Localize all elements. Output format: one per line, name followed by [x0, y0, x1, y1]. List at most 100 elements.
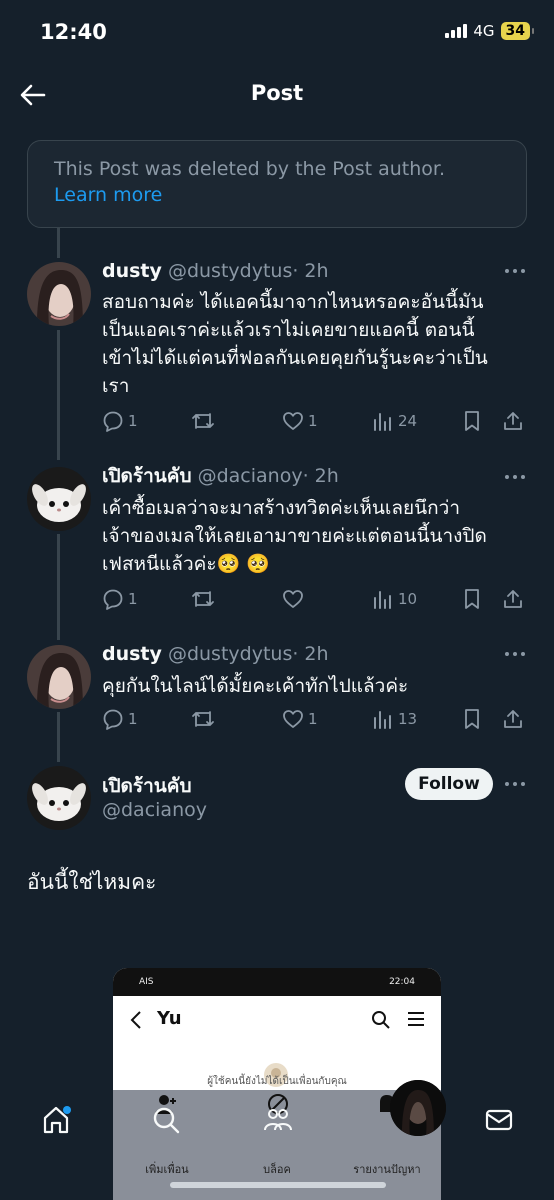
reply-header: dusty @dustydytus· 2h — [102, 258, 329, 284]
author-name[interactable]: เปิดร้านคับ — [102, 771, 192, 801]
reply-count: 1 — [128, 590, 138, 608]
heart-icon — [283, 710, 303, 728]
views-action[interactable]: 10 — [372, 588, 417, 610]
text-line: เรา — [102, 375, 130, 397]
share-icon — [504, 412, 522, 430]
embedded-status-bar: AIS 22:04 — [113, 968, 441, 996]
reply-icon — [103, 709, 123, 730]
author-handle[interactable]: @dustydytus — [168, 643, 292, 665]
reply-count: 1 — [128, 710, 138, 728]
reply-action[interactable]: 1 — [102, 588, 138, 610]
bookmark-action[interactable] — [462, 708, 482, 730]
post-time: · 2h — [302, 465, 339, 487]
views-icon — [374, 591, 391, 609]
views-icon — [374, 711, 391, 729]
text-line: เจ้าของเมลให้เลยเอามาขายค่ะแต่ตอนนี้นางป… — [102, 525, 487, 547]
thread-line — [57, 228, 60, 258]
repost-icon — [192, 413, 214, 429]
bookmark-icon — [465, 709, 479, 729]
embedded-menu-icon — [408, 1012, 424, 1026]
share-action[interactable] — [502, 410, 524, 432]
author-name[interactable]: dusty — [102, 260, 162, 282]
floating-profile-avatar[interactable] — [390, 1080, 446, 1136]
reply-action[interactable]: 1 — [102, 708, 138, 730]
avatar[interactable] — [27, 467, 91, 531]
reply-text: คุยกันในไลน์ได้มั้ยคะเค้าทักไปแล้วค่ะ — [102, 672, 408, 700]
avatar[interactable] — [27, 645, 91, 709]
heart-icon — [283, 590, 303, 608]
action-bar: 1 1 24 — [102, 410, 526, 434]
avatar[interactable] — [27, 766, 91, 830]
embedded-header: Yu — [113, 996, 441, 1046]
follow-button[interactable]: Follow — [405, 768, 493, 800]
views-action[interactable]: 13 — [372, 708, 417, 730]
learn-more-link[interactable]: Learn more — [54, 182, 162, 208]
author-handle[interactable]: @dacianoy — [198, 465, 303, 487]
more-options-icon[interactable] — [504, 651, 526, 657]
deleted-post-notice: This Post was deleted by the Post author… — [27, 140, 527, 228]
text-line: เค้าซื้อเมลว่าจะมาสร้างทวิตค่ะเห็นเลยนึก… — [102, 497, 461, 519]
post-time: · 2h — [292, 260, 329, 282]
like-count: 1 — [308, 710, 318, 728]
embedded-title: Yu — [157, 1008, 182, 1029]
more-options-icon[interactable] — [504, 781, 526, 787]
views-icon — [374, 413, 391, 431]
like-action[interactable] — [282, 588, 308, 610]
bookmark-action[interactable] — [462, 410, 482, 432]
reply-text: เค้าซื้อเมลว่าจะมาสร้างทวิตค่ะเห็นเลยนึก… — [102, 494, 487, 578]
more-options-icon[interactable] — [504, 474, 526, 480]
action-bar: 1 10 — [102, 588, 526, 612]
thread-line — [57, 330, 60, 460]
signal-icon — [445, 24, 468, 38]
bookmark-icon — [465, 589, 479, 609]
text-line: เข้าไม่ได้แต่คนที่ฟอลกันเคยคุยกันรู้นะคะ… — [102, 347, 488, 369]
text-line: เป็นแอคเราค่ะแล้วเราไม่เคยขายแอคนี้ ตอนน… — [102, 319, 475, 341]
embedded-carrier: AIS — [139, 977, 154, 987]
communities-icon[interactable] — [262, 1104, 294, 1136]
views-count: 10 — [398, 590, 418, 608]
share-icon — [504, 710, 522, 728]
author-name[interactable]: เปิดร้านคับ — [102, 465, 192, 487]
like-action[interactable]: 1 — [282, 410, 318, 432]
reply-count: 1 — [128, 412, 138, 430]
text-line: เฟสหนีแล้วค่ะ🥺 🥺 — [102, 553, 270, 575]
like-count: 1 — [308, 412, 318, 430]
repost-action[interactable] — [190, 708, 220, 730]
repost-action[interactable] — [190, 588, 220, 610]
home-icon[interactable] — [40, 1104, 72, 1136]
embedded-time: 22:04 — [389, 977, 415, 987]
author-handle[interactable]: @dacianoy — [102, 799, 207, 821]
views-action[interactable]: 24 — [372, 410, 417, 432]
reply-header: เปิดร้านคับ @dacianoy· 2h — [102, 463, 339, 489]
reply-action[interactable]: 1 — [102, 410, 138, 432]
heart-icon — [283, 412, 303, 430]
battery-icon: 34 — [500, 22, 535, 40]
page-title: Post — [250, 81, 304, 105]
avatar[interactable] — [27, 262, 91, 326]
embedded-back-icon — [130, 1011, 141, 1029]
embedded-hint: ผู้ใช้คนนี้ยังไม่ได้เป็นเพื่อนกับคุณ — [207, 1076, 347, 1087]
share-action[interactable] — [502, 588, 524, 610]
more-options-icon[interactable] — [504, 268, 526, 274]
home-indicator — [170, 1182, 386, 1188]
embedded-search-icon — [372, 1011, 390, 1029]
author-name[interactable]: dusty — [102, 643, 162, 665]
post-time: · 2h — [292, 643, 329, 665]
thread-line — [57, 534, 60, 640]
share-action[interactable] — [502, 708, 524, 730]
messages-icon[interactable] — [483, 1104, 515, 1136]
thread-line — [57, 712, 60, 762]
deleted-notice-text: This Post was deleted by the Post author… — [54, 158, 446, 180]
like-action[interactable]: 1 — [282, 708, 318, 730]
search-icon[interactable] — [150, 1104, 182, 1136]
share-icon — [504, 590, 522, 608]
reply-icon — [103, 411, 123, 432]
views-count: 24 — [398, 412, 418, 430]
status-time: 12:40 — [40, 20, 107, 44]
reply-header: dusty @dustydytus· 2h — [102, 641, 329, 667]
bookmark-action[interactable] — [462, 588, 482, 610]
views-count: 13 — [398, 710, 418, 728]
repost-action[interactable] — [190, 410, 220, 432]
author-handle[interactable]: @dustydytus — [168, 260, 292, 282]
reply-icon — [103, 589, 123, 610]
